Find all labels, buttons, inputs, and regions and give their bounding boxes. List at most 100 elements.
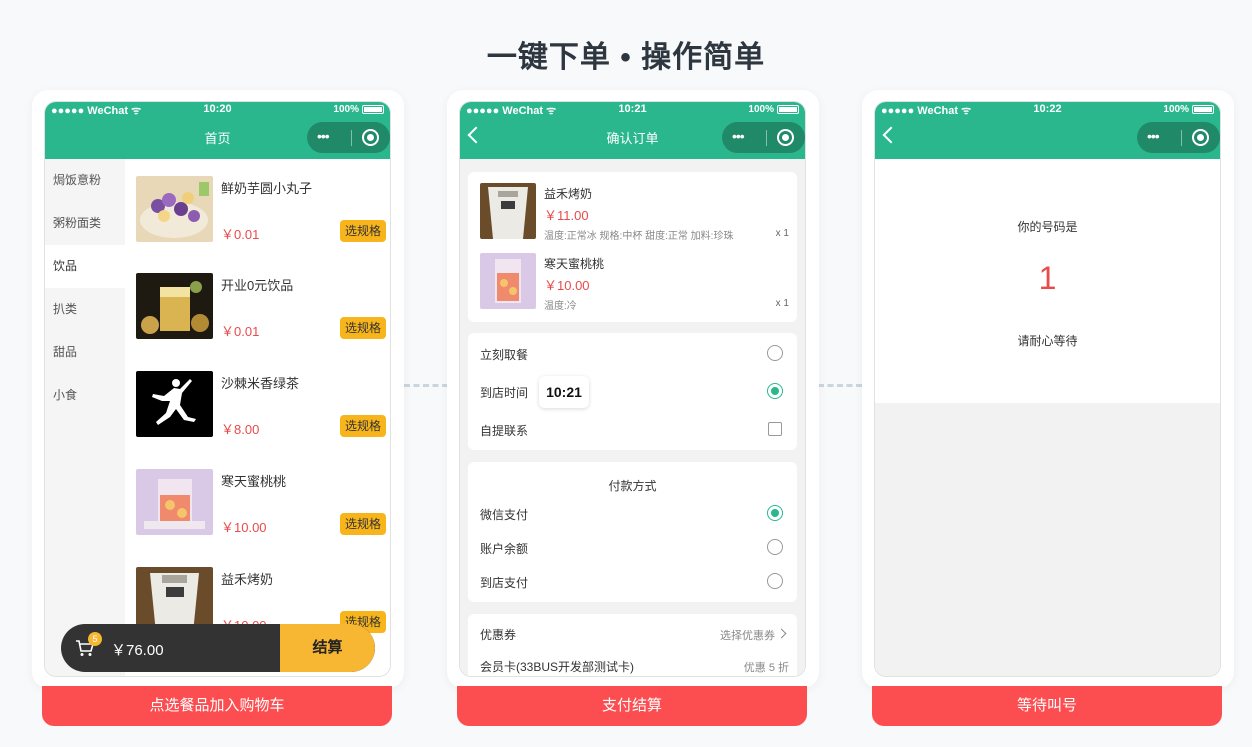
product-image (136, 176, 213, 242)
payment-block: 付款方式 微信支付 账户余额 到店支付 (468, 462, 797, 602)
close-target-icon[interactable] (362, 129, 379, 146)
close-target-icon[interactable] (1192, 129, 1209, 146)
product-image (136, 273, 213, 339)
chevron-right-icon (776, 628, 787, 639)
order-item-price: ￥10.00 (544, 278, 590, 293)
radio-button[interactable] (767, 539, 783, 555)
connector-line (404, 384, 448, 387)
status-bar: ●●●●● WeChat ᯤ 10:22 100% (875, 102, 1220, 120)
mini-program-capsule[interactable]: ••• (722, 122, 805, 153)
product-item[interactable]: 鲜奶芋圆小丸子 ￥0.01 选规格 (136, 176, 386, 246)
product-name: 开业0元饮品 (221, 278, 294, 293)
product-image (136, 371, 213, 437)
category-item[interactable]: 粥粉面类 (45, 202, 125, 245)
product-image (480, 183, 536, 239)
cart-count-badge: 5 (88, 632, 102, 646)
order-item: 寒天蜜桃桃 ￥10.00 温度:冷 x 1 (468, 253, 797, 319)
product-price: ￥0.01 (221, 324, 260, 339)
more-icon[interactable]: ••• (732, 129, 745, 143)
status-bar: ●●●●● WeChat ᯤ 10:20 100% (45, 102, 390, 120)
product-item[interactable]: 开业0元饮品 ￥0.01 选规格 (136, 273, 386, 343)
queue-number: 1 (1038, 260, 1057, 296)
product-item[interactable]: 寒天蜜桃桃 ￥10.00 选规格 (136, 469, 386, 539)
order-body: 益禾烤奶 ￥11.00 温度:正常冰 规格:中杯 甜度:正常 加料:珍珠 x 1 (460, 159, 805, 676)
select-spec-button[interactable]: 选规格 (340, 513, 386, 535)
discount-block: 优惠券 选择优惠券 会员卡(33BUS开发部测试卡) 优惠 5 折 (468, 614, 797, 676)
pickup-option-now[interactable]: 立刻取餐 (468, 340, 797, 368)
step-card-3: ●●●●● WeChat ᯤ 10:22 100% ••• 你的号码是 1 请耐… (862, 90, 1234, 688)
battery-icon (362, 105, 384, 114)
battery-status: 100% (748, 104, 799, 115)
pickup-option-contact[interactable]: 自提联系 (468, 416, 797, 444)
order-item-attrs: 温度:冷 (544, 301, 577, 312)
empty-area (875, 403, 1220, 676)
radio-button[interactable] (767, 573, 783, 589)
order-item-attrs: 温度:正常冰 规格:中杯 甜度:正常 加料:珍珠 (544, 231, 734, 242)
payment-option-label: 账户余额 (480, 542, 529, 556)
status-bar: ●●●●● WeChat ᯤ 10:21 100% (460, 102, 805, 120)
more-icon[interactable]: ••• (1147, 129, 1160, 143)
step-caption-3: 等待叫号 (872, 686, 1222, 726)
select-spec-button[interactable]: 选规格 (340, 317, 386, 339)
product-price: ￥0.01 (221, 227, 260, 242)
order-item-qty: x 1 (775, 228, 789, 239)
order-item: 益禾烤奶 ￥11.00 温度:正常冰 规格:中杯 甜度:正常 加料:珍珠 x 1 (468, 183, 797, 249)
wait-message: 请耐心等待 (1017, 334, 1078, 348)
coupon-action[interactable]: 选择优惠券 (720, 627, 775, 643)
back-arrow-icon[interactable] (882, 126, 900, 144)
radio-button-selected[interactable] (767, 505, 783, 521)
cart-bar[interactable]: 5 ￥76.00 结算 (61, 624, 375, 672)
payment-title: 付款方式 (608, 479, 657, 493)
queue-number-label: 你的号码是 (1017, 220, 1078, 234)
checkout-button[interactable]: 结算 (280, 624, 375, 672)
payment-option-balance[interactable]: 账户余额 (468, 534, 797, 562)
select-spec-button[interactable]: 选规格 (340, 415, 386, 437)
pickup-block: 立刻取餐 到店时间 10:21 自提联系 (468, 333, 797, 450)
mini-program-capsule[interactable]: ••• (1137, 122, 1220, 153)
step-card-1: ●●●●● WeChat ᯤ 10:20 100% 首页 ••• 焗饭意粉 粥粉… (32, 90, 404, 688)
nav-bar: ●●●●● WeChat ᯤ 10:21 100% 确认订单 ••• (460, 102, 805, 159)
radio-button[interactable] (767, 345, 783, 361)
mini-program-capsule[interactable]: ••• (307, 122, 390, 153)
checkbox[interactable] (768, 422, 782, 436)
battery-status: 100% (333, 104, 384, 115)
coupon-label: 优惠券 (480, 628, 517, 642)
pickup-option-label: 自提联系 (480, 424, 529, 438)
member-discount: 优惠 5 折 (743, 662, 789, 674)
nav-bar: ●●●●● WeChat ᯤ 10:20 100% 首页 ••• (45, 102, 390, 159)
category-item[interactable]: 甜品 (45, 331, 125, 374)
battery-icon (1192, 105, 1214, 114)
coupon-row[interactable]: 优惠券 选择优惠券 (468, 620, 797, 648)
order-items-block: 益禾烤奶 ￥11.00 温度:正常冰 规格:中杯 甜度:正常 加料:珍珠 x 1 (468, 172, 797, 322)
battery-status: 100% (1163, 104, 1214, 115)
payment-option-wechat[interactable]: 微信支付 (468, 500, 797, 528)
nav-bar: ●●●●● WeChat ᯤ 10:22 100% ••• (875, 102, 1220, 159)
product-name: 益禾烤奶 (221, 572, 274, 587)
product-image (480, 253, 536, 309)
close-target-icon[interactable] (777, 129, 794, 146)
category-item[interactable]: 焗饭意粉 (45, 159, 125, 202)
category-item-active[interactable]: 饮品 (45, 245, 125, 288)
radio-button-selected[interactable] (767, 383, 783, 399)
payment-option-label: 到店支付 (480, 576, 529, 590)
category-item[interactable]: 扒类 (45, 288, 125, 331)
cart-total: ￥76.00 (111, 642, 164, 659)
more-icon[interactable]: ••• (317, 129, 330, 143)
product-item[interactable]: 沙棘米香绿茶 ￥8.00 选规格 (136, 371, 386, 441)
connector-line (818, 384, 862, 387)
payment-option-store[interactable]: 到店支付 (468, 568, 797, 596)
phone-screen-waiting: ●●●●● WeChat ᯤ 10:22 100% ••• 你的号码是 1 请耐… (874, 101, 1221, 677)
pickup-option-time[interactable]: 到店时间 10:21 (468, 376, 797, 408)
pickup-option-label: 立刻取餐 (480, 348, 529, 362)
step-caption-1: 点选餐品加入购物车 (42, 686, 392, 726)
time-picker[interactable]: 10:21 (539, 376, 589, 408)
product-price: ￥10.00 (221, 520, 267, 535)
phone-screen-menu: ●●●●● WeChat ᯤ 10:20 100% 首页 ••• 焗饭意粉 粥粉… (44, 101, 391, 677)
member-card-row[interactable]: 会员卡(33BUS开发部测试卡) 优惠 5 折 (468, 652, 797, 676)
select-spec-button[interactable]: 选规格 (340, 220, 386, 242)
order-item-price: ￥11.00 (544, 208, 589, 223)
product-price: ￥8.00 (221, 422, 260, 437)
payment-option-label: 微信支付 (480, 508, 529, 522)
battery-icon (777, 105, 799, 114)
category-item[interactable]: 小食 (45, 374, 125, 417)
